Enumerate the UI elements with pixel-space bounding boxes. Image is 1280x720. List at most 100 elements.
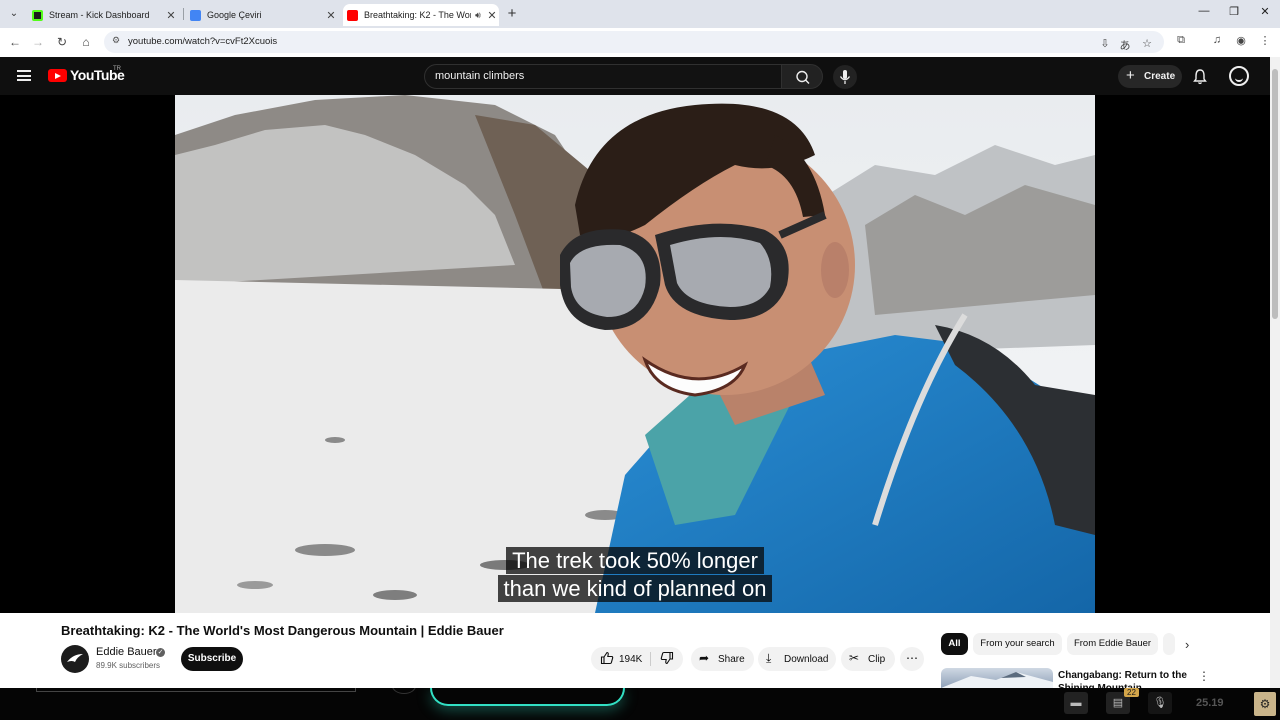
create-label: Create xyxy=(1144,71,1176,82)
search-icon xyxy=(796,70,810,84)
overlay-microphone-icon[interactable]: 🎙︎ xyxy=(1148,692,1172,714)
minimize-icon[interactable]: — xyxy=(1196,5,1212,17)
verified-badge-icon: ✓ xyxy=(156,648,165,657)
like-divider xyxy=(650,652,651,666)
back-arrow-icon[interactable]: ← xyxy=(7,34,23,50)
tab-title: Breathtaking: K2 - The World's Most Dang… xyxy=(364,10,471,20)
thumbs-down-icon xyxy=(660,651,674,665)
chat-bubble-icon[interactable]: ▬ xyxy=(1064,692,1088,714)
recommended-more-icon[interactable]: ⋮ xyxy=(1198,669,1210,683)
voice-search-button[interactable] xyxy=(833,65,857,89)
dislike-button[interactable] xyxy=(660,651,674,668)
thumbnail-image xyxy=(941,672,1053,688)
reload-icon[interactable]: ↻ xyxy=(54,34,70,50)
search-query[interactable]: mountain climbers xyxy=(435,70,524,82)
youtube-favicon-icon xyxy=(347,9,358,21)
gear-icon[interactable]: ⚙ xyxy=(1254,692,1276,716)
subscriber-count: 89.9K subscribers xyxy=(96,661,161,670)
search-button[interactable] xyxy=(781,64,823,89)
like-count[interactable]: 194K xyxy=(619,654,642,665)
bell-icon xyxy=(1193,69,1207,85)
caption-text: The trek took 50% longer xyxy=(506,547,764,574)
account-avatar[interactable] xyxy=(1229,66,1249,86)
scrollbar-thumb[interactable] xyxy=(1272,69,1278,319)
youtube-header: YouTube TR mountain climbers + Create xyxy=(0,57,1270,95)
thumbs-up-icon xyxy=(600,651,614,665)
translate-icon[interactable]: あ xyxy=(1118,37,1132,53)
notifications-bell-icon[interactable] xyxy=(1190,67,1210,87)
overlay-glow-arc xyxy=(430,688,625,706)
download-icon: ⤓ xyxy=(766,651,772,665)
video-info-section: Breathtaking: K2 - The World's Most Dang… xyxy=(0,613,1270,694)
hamburger-menu-icon[interactable] xyxy=(17,70,31,81)
region-code: TR xyxy=(113,66,121,72)
channel-avatar[interactable] xyxy=(61,645,89,673)
microphone-icon xyxy=(839,70,851,84)
plus-icon: + xyxy=(1126,67,1135,84)
overlay-circle xyxy=(392,688,416,694)
share-button[interactable]: ➦ Share xyxy=(691,647,754,671)
download-label: Download xyxy=(784,654,829,665)
tab-search-chevron-icon[interactable]: ⌄ xyxy=(6,6,22,22)
media-controls-icon[interactable]: ♫ xyxy=(1210,34,1224,46)
forward-arrow-icon[interactable]: → xyxy=(30,34,46,50)
install-app-icon[interactable]: ⇩ xyxy=(1098,37,1112,50)
overlay-bar-outline xyxy=(36,688,356,692)
browser-menu-icon[interactable]: ⋮ xyxy=(1258,34,1272,47)
create-button[interactable]: + Create xyxy=(1118,65,1182,88)
stream-overlay-taskbar: ▬ ▤ 22 🎙︎ 25.19 ⚙ xyxy=(0,688,1280,720)
share-label: Share xyxy=(718,654,745,665)
chip-partial[interactable] xyxy=(1163,633,1175,655)
speaker-icon[interactable]: 🔊︎ xyxy=(471,10,485,21)
caption-line-1: The trek took 50% longer xyxy=(175,547,1095,574)
bookmark-star-icon[interactable]: ☆ xyxy=(1140,37,1154,50)
chip-from-your-search[interactable]: From your search xyxy=(973,633,1062,655)
clip-button[interactable]: ✂ Clip xyxy=(841,647,895,671)
share-arrow-icon: ➦ xyxy=(699,651,710,665)
chip-from-eddie-bauer[interactable]: From Eddie Bauer xyxy=(1067,633,1158,655)
search-input[interactable]: mountain climbers xyxy=(424,64,782,89)
caption-line-2: than we kind of planned on xyxy=(175,575,1095,602)
more-actions-icon[interactable]: ⋯ xyxy=(900,647,924,671)
subscribe-button[interactable]: Subscribe xyxy=(181,647,243,671)
eddie-bauer-logo-icon xyxy=(67,654,83,662)
caption-text: than we kind of planned on xyxy=(497,575,773,602)
download-button[interactable]: ⤓ Download xyxy=(758,647,836,671)
close-tab-icon[interactable]: ✕ xyxy=(324,9,338,22)
youtube-logo-icon[interactable] xyxy=(48,69,67,82)
address-url[interactable]: youtube.com/watch?v=cvFt2Xcuois xyxy=(128,36,277,47)
extensions-puzzle-icon[interactable]: ⧉ xyxy=(1174,34,1188,47)
tab-divider xyxy=(183,8,184,20)
page-scrollbar[interactable] xyxy=(1270,57,1280,688)
close-window-icon[interactable]: ✕ xyxy=(1257,5,1273,18)
chevron-right-icon[interactable]: › xyxy=(1185,637,1189,652)
recommended-video-thumbnail[interactable] xyxy=(941,668,1053,688)
tab-youtube-video[interactable]: Breathtaking: K2 - The World's Most Dang… xyxy=(343,4,499,26)
profile-icon[interactable]: ◉ xyxy=(1234,34,1248,47)
notification-badge: 22 xyxy=(1124,688,1139,697)
kick-favicon-icon xyxy=(32,9,43,21)
video-title: Breathtaking: K2 - The World's Most Dang… xyxy=(61,623,504,638)
clip-label: Clip xyxy=(868,654,886,665)
home-icon[interactable]: ⌂ xyxy=(78,34,94,50)
close-tab-icon[interactable]: ✕ xyxy=(485,9,499,22)
chip-all[interactable]: All xyxy=(941,633,968,655)
like-dislike-group: 194K xyxy=(591,647,683,671)
tab-title: Stream - Kick Dashboard xyxy=(49,10,150,20)
like-button[interactable] xyxy=(600,651,614,668)
scissors-icon: ✂ xyxy=(849,651,860,665)
screen: ⌄ Stream - Kick Dashboard ✕ Google Çevir… xyxy=(0,0,1280,720)
restore-icon[interactable]: ❐ xyxy=(1226,5,1242,18)
tab-kick-dashboard[interactable]: Stream - Kick Dashboard ✕ xyxy=(28,4,178,26)
tab-google-translate[interactable]: Google Çeviri ✕ xyxy=(186,4,338,26)
close-tab-icon[interactable]: ✕ xyxy=(164,9,178,22)
browser-toolbar: ← → ↻ ⌂ ⚙ youtube.com/watch?v=cvFt2Xcuoi… xyxy=(0,28,1280,56)
google-translate-favicon-icon xyxy=(190,9,201,21)
video-player[interactable]: The trek took 50% longer than we kind of… xyxy=(175,95,1095,613)
browser-tab-strip: ⌄ Stream - Kick Dashboard ✕ Google Çevir… xyxy=(0,0,1280,28)
address-bar[interactable]: ⚙ youtube.com/watch?v=cvFt2Xcuois ⇩ あ ☆ xyxy=(104,31,1164,53)
tab-title: Google Çeviri xyxy=(207,10,262,20)
new-tab-button[interactable]: + xyxy=(504,5,520,22)
site-info-icon[interactable]: ⚙ xyxy=(112,35,120,46)
channel-name[interactable]: Eddie Bauer xyxy=(96,646,157,658)
